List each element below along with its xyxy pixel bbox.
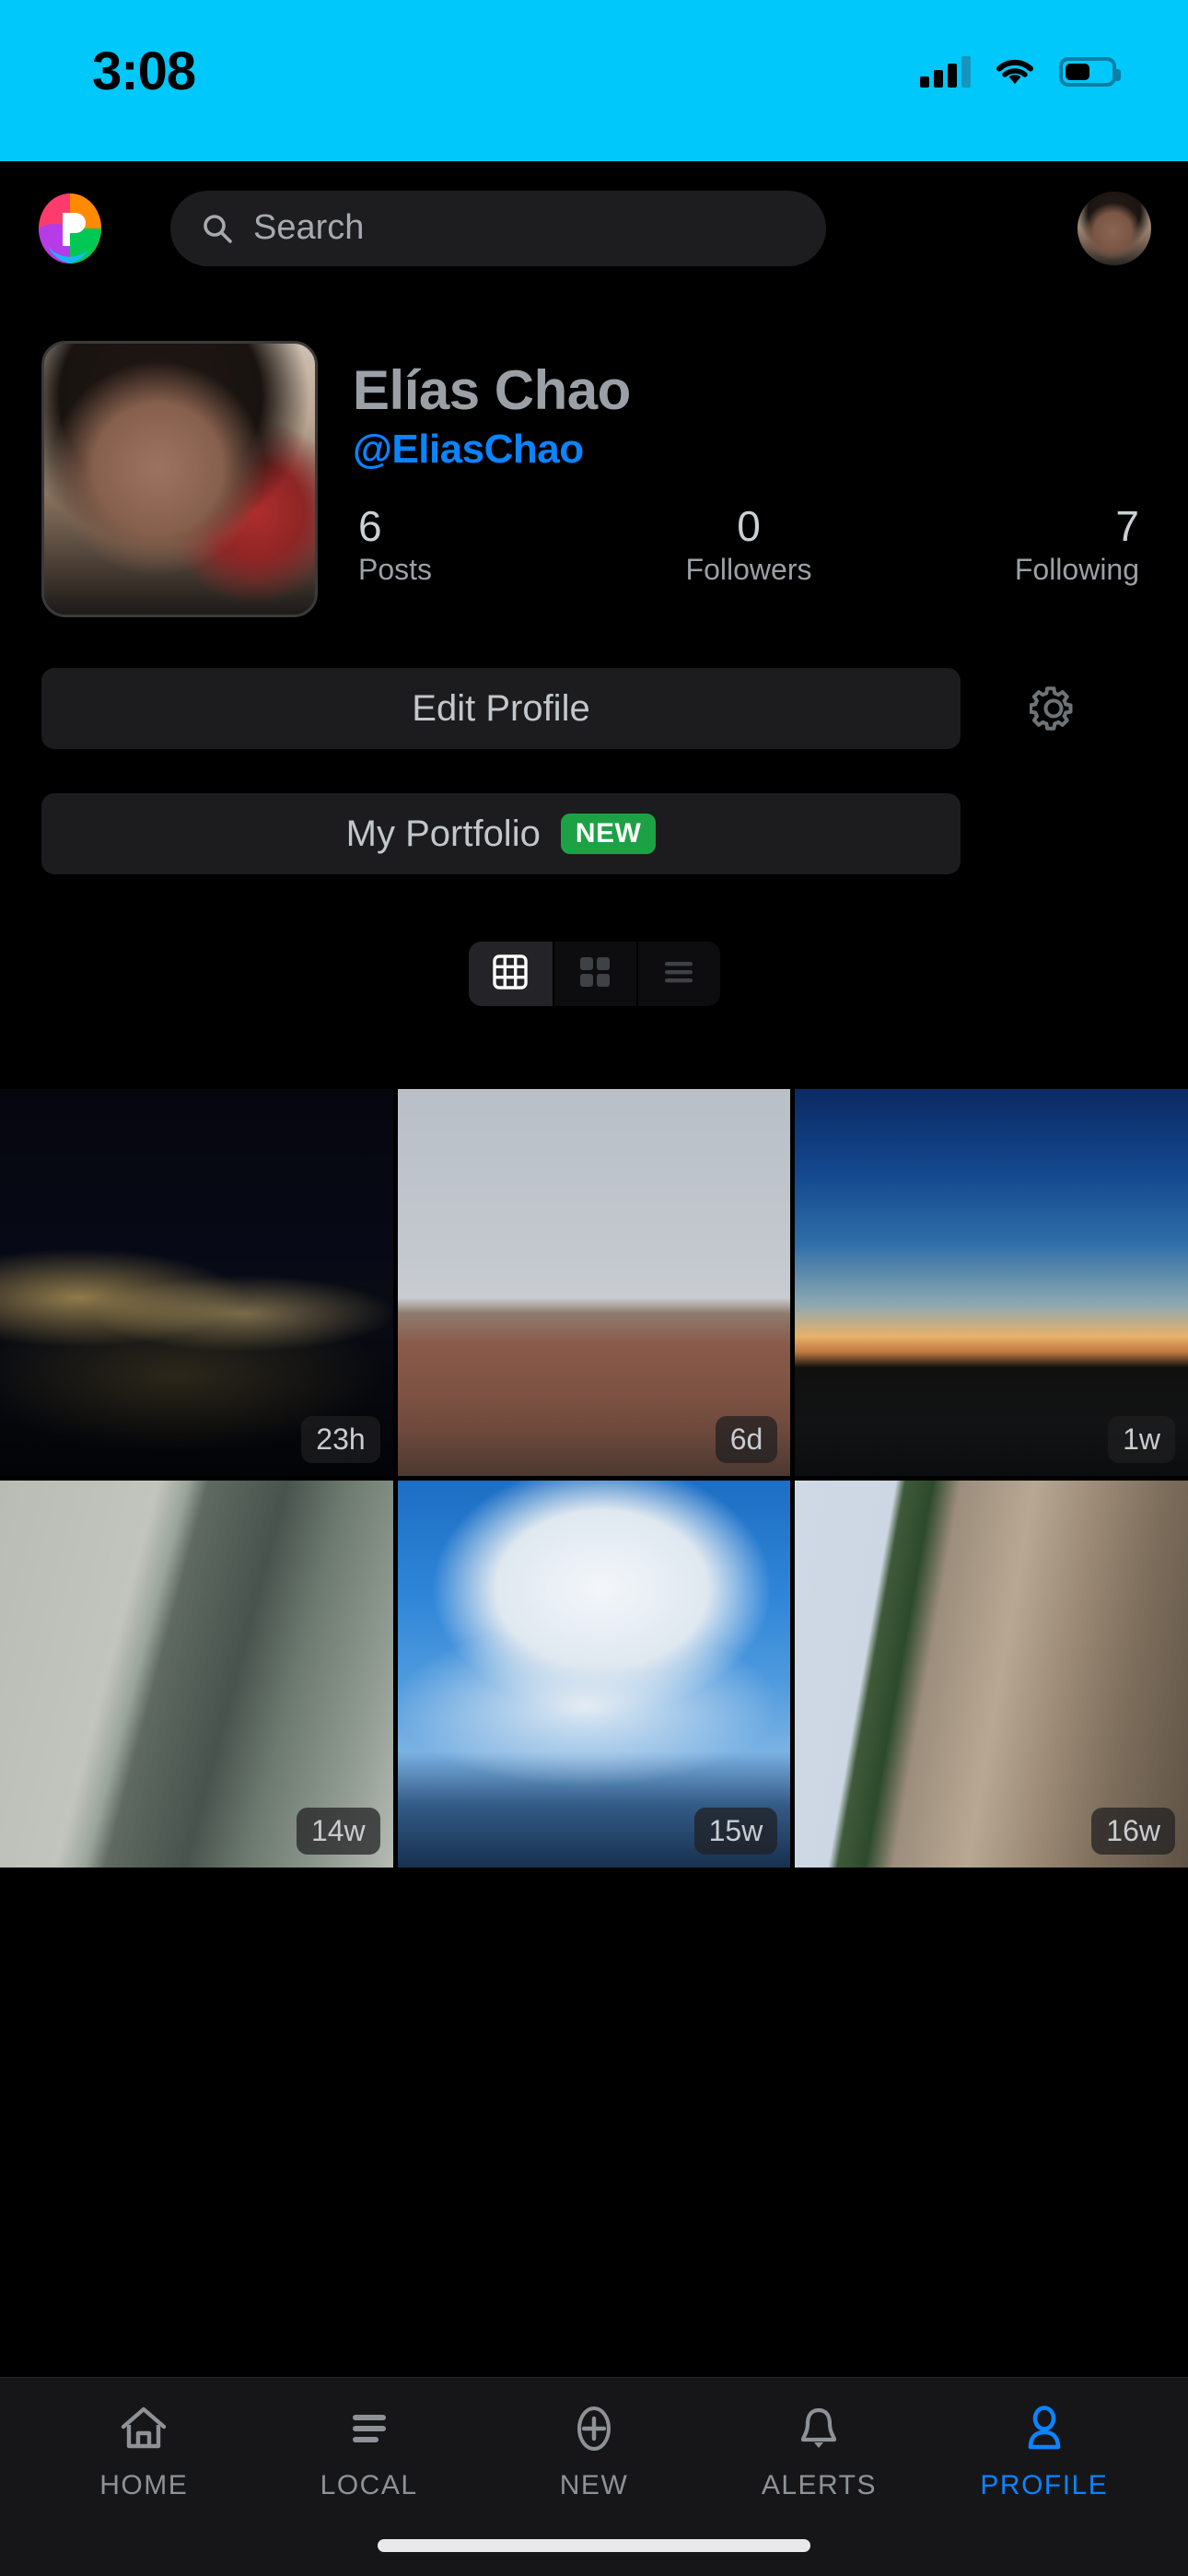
post-timestamp: 14w (296, 1808, 380, 1855)
profile-actions: Edit Profile My Portfolio NEW (0, 668, 1188, 874)
cellular-bars-icon (920, 55, 971, 88)
view-toggle-group (468, 942, 720, 1006)
edit-profile-button[interactable]: Edit Profile (41, 668, 961, 749)
tab-local-label: LOCAL (320, 2470, 418, 2500)
wifi-icon (995, 56, 1035, 88)
app-screen: 3:08 Search Elías Chao @EliasChao 6 Post… (0, 0, 1188, 2576)
nav-avatar[interactable] (1077, 191, 1151, 265)
grid-2x2-icon (577, 954, 613, 995)
settings-button[interactable] (961, 685, 1147, 732)
tab-new-label: NEW (559, 2470, 629, 2500)
portfolio-row: My Portfolio NEW (41, 793, 1147, 874)
tab-home-label: HOME (99, 2470, 189, 2500)
status-bar-indicators (920, 55, 1121, 88)
tab-profile[interactable]: PROFILE (932, 2402, 1157, 2501)
tab-home[interactable]: HOME (31, 2402, 256, 2501)
view-toggle-grid-3x3[interactable] (468, 942, 553, 1006)
view-toggle-grid-2x2[interactable] (552, 942, 636, 1006)
stat-followers-label: Followers (685, 553, 812, 587)
app-nav-bar: Search (0, 161, 1188, 295)
stat-posts[interactable]: 6 Posts (353, 501, 619, 587)
search-icon (202, 213, 233, 244)
home-indicator[interactable] (378, 2539, 810, 2552)
post-timestamp: 15w (693, 1808, 778, 1855)
stat-posts-count: 6 (358, 501, 382, 550)
post-tile[interactable]: 23h (0, 1089, 393, 1476)
plus-circle-icon (567, 2402, 621, 2455)
tab-alerts-label: ALERTS (761, 2470, 877, 2500)
tab-list: HOME LOCAL NEW ALERTS PROFILE (0, 2378, 1188, 2525)
page-title: Elías Chao (353, 359, 631, 421)
bell-icon (792, 2402, 845, 2455)
tab-new[interactable]: NEW (482, 2402, 706, 2501)
profile-photo[interactable] (41, 341, 318, 617)
status-bar: 3:08 (0, 0, 1188, 161)
post-timestamp: 6d (715, 1416, 778, 1463)
status-bar-clock: 3:08 (92, 41, 196, 101)
bottom-tab-bar: HOME LOCAL NEW ALERTS PROFILE (0, 2377, 1188, 2576)
tab-profile-label: PROFILE (980, 2470, 1109, 2500)
grid-3x3-icon (492, 954, 529, 995)
profile-info: Elías Chao @EliasChao 6 Posts 0 Follower… (353, 341, 1147, 617)
post-tile[interactable]: 16w (795, 1481, 1188, 1868)
pixelfed-logo-icon[interactable] (37, 193, 103, 264)
list-lines-icon (343, 2402, 396, 2455)
stat-followers-count: 0 (737, 501, 761, 550)
post-tile[interactable]: 1w (795, 1089, 1188, 1476)
post-tile[interactable]: 14w (0, 1481, 393, 1868)
post-timestamp: 23h (301, 1416, 380, 1463)
post-timestamp: 16w (1091, 1808, 1175, 1855)
profile-header: Elías Chao @EliasChao 6 Posts 0 Follower… (0, 341, 1188, 617)
status-badge: NEW (560, 814, 657, 854)
my-portfolio-label: My Portfolio (345, 813, 541, 854)
search-placeholder: Search (253, 208, 365, 247)
stat-followers[interactable]: 0 Followers (619, 501, 879, 587)
tab-local[interactable]: LOCAL (256, 2402, 481, 2501)
edit-profile-label: Edit Profile (412, 687, 590, 729)
stat-following-label: Following (1014, 553, 1140, 587)
stat-posts-label: Posts (358, 553, 433, 587)
post-grid: 23h 6d 1w 14w 15w 16w (0, 1089, 1188, 1868)
gear-icon (1029, 685, 1077, 732)
profile-handle[interactable]: @EliasChao (353, 427, 1147, 473)
post-tile[interactable]: 6d (397, 1089, 791, 1476)
person-icon (1018, 2402, 1071, 2455)
list-view-icon (660, 954, 697, 995)
home-icon (117, 2402, 170, 2455)
battery-icon (1059, 56, 1121, 87)
tab-alerts[interactable]: ALERTS (706, 2402, 931, 2501)
post-tile[interactable]: 15w (397, 1481, 791, 1868)
search-input[interactable]: Search (170, 190, 826, 266)
post-timestamp: 1w (1108, 1416, 1175, 1463)
edit-profile-row: Edit Profile (41, 668, 1147, 749)
view-toggle-list[interactable] (635, 942, 720, 1006)
stat-following[interactable]: 7 Following (879, 501, 1147, 587)
profile-stats: 6 Posts 0 Followers 7 Following (353, 501, 1147, 587)
my-portfolio-button[interactable]: My Portfolio NEW (41, 793, 961, 874)
view-mode-toggles (0, 942, 1188, 1006)
stat-following-count: 7 (1115, 501, 1140, 550)
